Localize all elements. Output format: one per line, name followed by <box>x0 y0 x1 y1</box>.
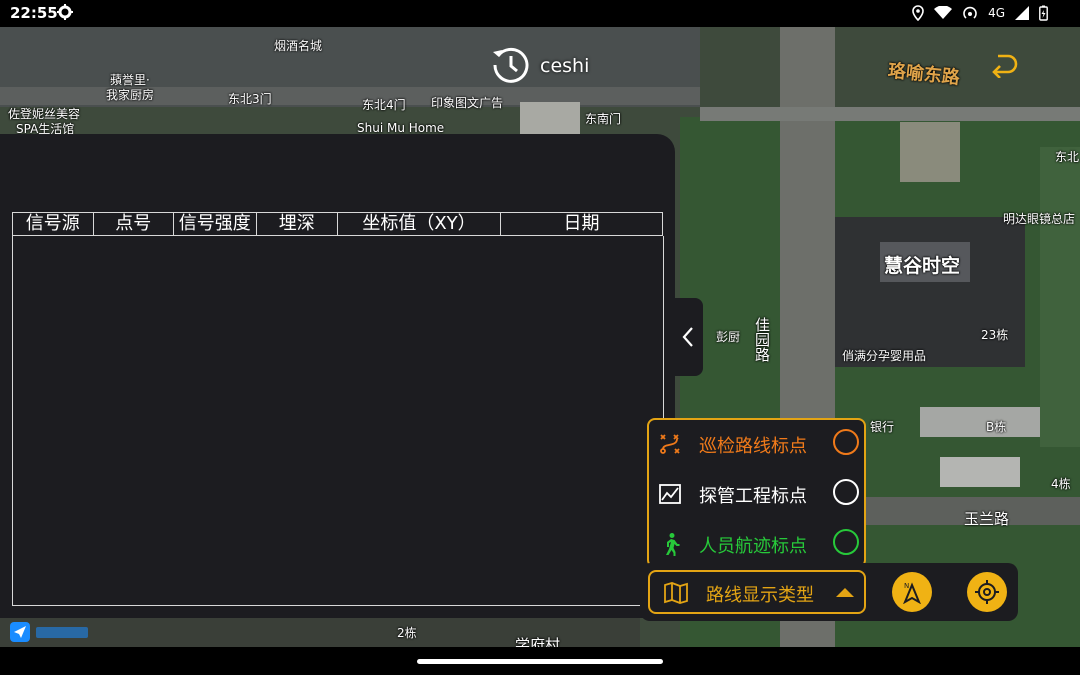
column-header: 点号 <box>94 213 174 235</box>
menu-item-pipe-project[interactable]: 探管工程标点 <box>649 470 864 518</box>
back-arrow-icon[interactable] <box>988 52 1020 78</box>
road-label: 珞喻东路 <box>886 60 961 89</box>
crosshair-icon <box>975 580 999 604</box>
walking-person-icon <box>666 533 680 556</box>
page-title: ceshi <box>540 55 590 77</box>
map-label: 彭厨 <box>716 330 741 344</box>
home-gesture-handle[interactable] <box>417 659 663 664</box>
map-label: 印象图文广告 <box>431 96 504 110</box>
map-label: 我家厨房 <box>106 88 155 102</box>
gear-icon <box>57 4 73 20</box>
column-header: 信号强度 <box>174 213 257 235</box>
menu-item-personnel-track[interactable]: 人员航迹标点 <box>649 520 864 568</box>
collapse-panel-button[interactable] <box>673 298 703 376</box>
radio-indicator[interactable] <box>833 529 859 555</box>
map-label: 2栋 <box>397 626 417 640</box>
map-icon <box>664 582 688 604</box>
locate-me-button[interactable] <box>967 572 1007 612</box>
map-poi-label: 慧谷时空 <box>884 255 961 277</box>
chart-icon <box>659 484 681 504</box>
map-label: 东北3门 <box>228 92 272 106</box>
table-body <box>13 236 664 606</box>
map-label: 4栋 <box>1051 477 1071 491</box>
column-header: 埋深 <box>257 213 338 235</box>
location-icon <box>912 5 924 21</box>
history-icon[interactable] <box>490 44 532 86</box>
caret-up-icon <box>836 588 854 597</box>
signal-icon <box>1015 6 1029 20</box>
menu-item-label: 人员航迹标点 <box>699 536 807 557</box>
route-type-label: 路线显示类型 <box>706 585 814 606</box>
road-label: 佳园路 <box>753 317 771 362</box>
map-label: 东南门 <box>585 112 622 126</box>
route-type-button[interactable]: 路线显示类型 <box>648 570 866 614</box>
column-header: 日期 <box>501 213 663 235</box>
map-label: 明达眼镜总店 <box>1003 212 1076 226</box>
map-label: 俏满分孕婴用品 <box>842 349 927 363</box>
status-time: 22:55 <box>10 4 58 22</box>
compass-north-icon: N <box>903 582 921 604</box>
menu-item-patrol-route[interactable]: 巡检路线标点 <box>649 420 864 468</box>
battery-icon <box>1039 5 1048 21</box>
column-header: 信号源 <box>13 213 94 235</box>
map-label: 学府村 <box>515 636 561 647</box>
route-type-menu: 巡检路线标点 探管工程标点 人员航迹标点 <box>647 418 866 568</box>
svg-text:N: N <box>904 582 909 590</box>
table-header: 信号源 点号 信号强度 埋深 坐标值（XY） 日期 <box>13 213 663 236</box>
map-label: 烟酒名城 <box>274 39 323 53</box>
map-provider-logo <box>10 622 88 642</box>
map-label: 银行 <box>870 420 895 434</box>
status-bar: 22:55 4G <box>0 0 1080 27</box>
map-label: 东北4门 <box>362 98 406 112</box>
menu-item-label: 探管工程标点 <box>699 486 807 507</box>
column-header: 坐标值（XY） <box>338 213 501 235</box>
network-type: 4G <box>988 6 1005 20</box>
map-label: 23栋 <box>981 328 1009 342</box>
menu-item-label: 巡检路线标点 <box>699 436 807 457</box>
radio-indicator[interactable] <box>833 429 859 455</box>
compass-button[interactable]: N <box>892 572 932 612</box>
map-label: B栋 <box>986 420 1007 434</box>
map-label: 玉兰路 <box>964 510 1010 528</box>
radio-indicator[interactable] <box>833 479 859 505</box>
wifi-icon <box>934 6 953 19</box>
hotspot-icon <box>963 6 977 19</box>
chevron-left-icon <box>682 327 693 347</box>
navigation-bar <box>0 647 1080 675</box>
map-label: Shui Mu Home <box>357 121 445 135</box>
route-icon <box>660 434 680 454</box>
map-label: 东北 <box>1055 150 1080 164</box>
data-table: 信号源 点号 信号强度 埋深 坐标值（XY） 日期 <box>12 212 664 606</box>
